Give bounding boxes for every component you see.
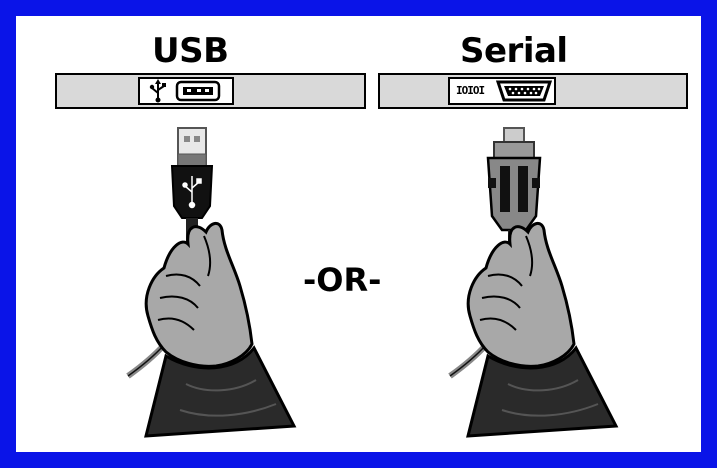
serial-port-label: IOIOI — [456, 84, 485, 97]
usb-symbol-icon — [149, 79, 166, 103]
serial-port-icon — [495, 80, 553, 102]
serial-hand-illustration — [448, 127, 619, 438]
serial-port-box: IOIOI — [448, 77, 556, 105]
usb-hand-illustration — [126, 127, 297, 438]
serial-port-panel: IOIOI — [378, 73, 688, 109]
diagram-frame: USB Serial IOIOI -OR- — [16, 16, 701, 452]
usb-port-panel — [55, 73, 366, 109]
usb-title: USB — [152, 31, 229, 71]
serial-title: Serial — [460, 31, 568, 71]
usb-port-box — [138, 77, 234, 105]
usb-port-icon — [175, 80, 221, 102]
or-separator: -OR- — [303, 261, 382, 299]
